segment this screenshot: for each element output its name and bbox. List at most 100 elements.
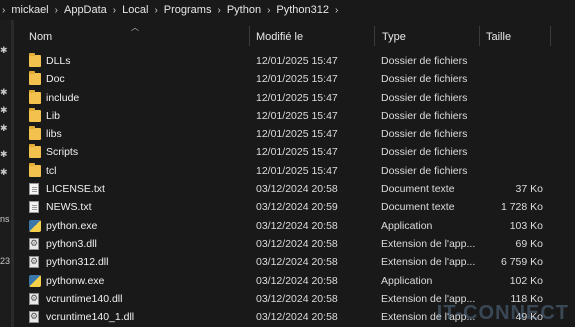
column-header-size[interactable]: Taille bbox=[486, 31, 511, 43]
file-type: Dossier de fichiers bbox=[381, 128, 468, 141]
file-row[interactable]: Lib 12/01/2025 15:47 Dossier de fichiers bbox=[0, 107, 575, 125]
folder-icon bbox=[29, 89, 41, 104]
breadcrumb-item-mickael[interactable]: mickael bbox=[11, 4, 48, 16]
file-type: Dossier de fichiers bbox=[381, 55, 468, 67]
column-header: Nom Modifié le Type Taille bbox=[18, 24, 575, 48]
file-type: Document texte bbox=[381, 201, 455, 214]
dll-file-icon bbox=[29, 311, 39, 324]
file-type: Application bbox=[381, 219, 433, 232]
folder-icon bbox=[29, 53, 41, 67]
breadcrumb-item-programs[interactable]: Programs bbox=[164, 4, 212, 16]
file-name: python312.dll bbox=[46, 256, 109, 269]
chevron-right-icon: › bbox=[2, 4, 6, 16]
file-row[interactable]: NEWS.txt 03/12/2024 20:59 Document texte 1 … bbox=[0, 198, 575, 216]
sort-chevron-up-icon: ︿ bbox=[131, 23, 139, 32]
chevron-right-icon: › bbox=[112, 4, 117, 16]
file-size: 6 759 Ko bbox=[500, 256, 543, 269]
breadcrumb[interactable]: › mickael › AppData › Local › Programs ›… bbox=[0, 0, 575, 20]
file-type: Extension de l'app... bbox=[381, 237, 476, 250]
chevron-right-icon[interactable]: › bbox=[335, 5, 338, 16]
file-name: LICENSE.txt bbox=[46, 183, 105, 196]
file-modified: 03/12/2024 20:58 bbox=[256, 219, 338, 232]
dll-file-icon bbox=[29, 292, 39, 305]
file-modified: 12/01/2025 15:47 bbox=[256, 91, 338, 104]
file-name: include bbox=[46, 91, 80, 104]
file-type: Dossier de fichiers bbox=[381, 109, 468, 122]
file-explorer: › mickael › AppData › Local › Programs ›… bbox=[0, 0, 575, 327]
file-row[interactable]: Scripts 12/01/2025 15:47 Dossier de fichie… bbox=[0, 143, 575, 161]
column-divider[interactable] bbox=[374, 26, 375, 46]
file-type: Document texte bbox=[381, 183, 455, 196]
file-name: python3.dll bbox=[46, 237, 97, 250]
file-row[interactable]: python312.dll 03/12/2024 20:58 Extension d… bbox=[0, 253, 575, 271]
file-row[interactable]: python.exe 03/12/2024 20:58 Application 103… bbox=[0, 217, 575, 235]
chevron-right-icon: › bbox=[217, 4, 221, 16]
file-name: Doc bbox=[46, 73, 65, 86]
file-name: libs bbox=[46, 128, 62, 141]
file-modified: 03/12/2024 20:58 bbox=[256, 311, 338, 324]
file-row[interactable]: LICENSE.txt 03/12/2024 20:58 Document text… bbox=[0, 180, 575, 198]
column-header-name[interactable]: Nom bbox=[29, 31, 52, 43]
column-divider[interactable] bbox=[249, 26, 250, 46]
column-divider[interactable] bbox=[550, 26, 551, 46]
text-file-icon bbox=[29, 201, 39, 214]
file-size: 103 Ko bbox=[509, 219, 543, 232]
dll-file-icon bbox=[29, 256, 39, 269]
file-modified: 12/01/2025 15:47 bbox=[256, 73, 338, 86]
file-size: 69 Ko bbox=[515, 237, 543, 250]
file-row[interactable]: Doc 12/01/2025 15:47 Dossier de fichiers bbox=[0, 70, 575, 88]
file-modified: 03/12/2024 20:58 bbox=[256, 292, 338, 305]
folder-icon bbox=[29, 107, 41, 122]
folder-icon bbox=[29, 162, 41, 177]
file-list: DLLs 12/01/2025 15:47 Dossier de fichiers D… bbox=[0, 52, 575, 326]
breadcrumb-item-appdata[interactable]: AppData bbox=[64, 4, 107, 16]
file-modified: 12/01/2025 15:47 bbox=[256, 109, 338, 122]
file-row[interactable]: pythonw.exe 03/12/2024 20:58 Application 10… bbox=[0, 272, 575, 290]
file-modified: 12/01/2025 15:47 bbox=[256, 164, 338, 177]
file-type: Dossier de fichiers bbox=[381, 91, 468, 104]
chevron-right-icon: › bbox=[267, 4, 271, 16]
file-row[interactable]: DLLs 12/01/2025 15:47 Dossier de fichiers bbox=[0, 52, 575, 70]
file-name: NEWS.txt bbox=[46, 201, 92, 214]
file-modified: 03/12/2024 20:58 bbox=[256, 256, 338, 269]
file-row[interactable]: include 12/01/2025 15:47 Dossier de fichie… bbox=[0, 89, 575, 107]
file-name: vcruntime140.dll bbox=[46, 292, 123, 305]
breadcrumb-item-local[interactable]: Local bbox=[122, 4, 148, 16]
file-name: pythonw.exe bbox=[46, 274, 105, 287]
file-modified: 03/12/2024 20:59 bbox=[256, 201, 338, 214]
file-name: python.exe bbox=[46, 219, 98, 232]
file-name: DLLs bbox=[46, 55, 71, 67]
dll-file-icon bbox=[29, 237, 39, 250]
file-modified: 03/12/2024 20:58 bbox=[256, 274, 338, 287]
breadcrumb-item-python[interactable]: Python bbox=[227, 4, 261, 16]
file-row[interactable]: python3.dll 03/12/2024 20:58 Extension de … bbox=[0, 235, 575, 253]
watermark-logo: IT-CONNECT bbox=[436, 302, 569, 324]
file-name: Lib bbox=[46, 109, 61, 122]
file-size: 37 Ko bbox=[515, 183, 543, 196]
column-header-type[interactable]: Type bbox=[382, 31, 406, 43]
file-modified: 12/01/2025 15:47 bbox=[256, 128, 338, 141]
file-name: tcl bbox=[46, 164, 57, 177]
breadcrumb-item-python312[interactable]: Python312 bbox=[276, 4, 329, 16]
file-name: vcruntime140_1.dll bbox=[46, 311, 135, 324]
file-size: 102 Ko bbox=[509, 274, 543, 287]
chevron-right-icon: › bbox=[154, 4, 158, 16]
column-divider[interactable] bbox=[479, 26, 480, 46]
file-type: Dossier de fichiers bbox=[381, 73, 468, 86]
file-name: Scripts bbox=[46, 146, 79, 159]
file-row[interactable]: tcl 12/01/2025 15:47 Dossier de fichiers bbox=[0, 162, 575, 180]
python-exe-icon bbox=[29, 274, 41, 287]
file-type: Application bbox=[381, 274, 433, 287]
file-modified: 12/01/2025 15:47 bbox=[256, 55, 338, 67]
file-modified: 12/01/2025 15:47 bbox=[256, 146, 338, 159]
column-header-modified[interactable]: Modifié le bbox=[256, 31, 303, 43]
folder-icon bbox=[29, 126, 41, 141]
folder-icon bbox=[29, 71, 41, 86]
file-size: 1 728 Ko bbox=[500, 201, 543, 214]
file-type: Extension de l'app... bbox=[381, 256, 476, 269]
file-modified: 03/12/2024 20:58 bbox=[256, 237, 338, 250]
text-file-icon bbox=[29, 183, 39, 196]
folder-icon bbox=[29, 144, 41, 159]
file-row[interactable]: libs 12/01/2025 15:47 Dossier de fichiers bbox=[0, 125, 575, 143]
file-type: Dossier de fichiers bbox=[381, 146, 468, 159]
